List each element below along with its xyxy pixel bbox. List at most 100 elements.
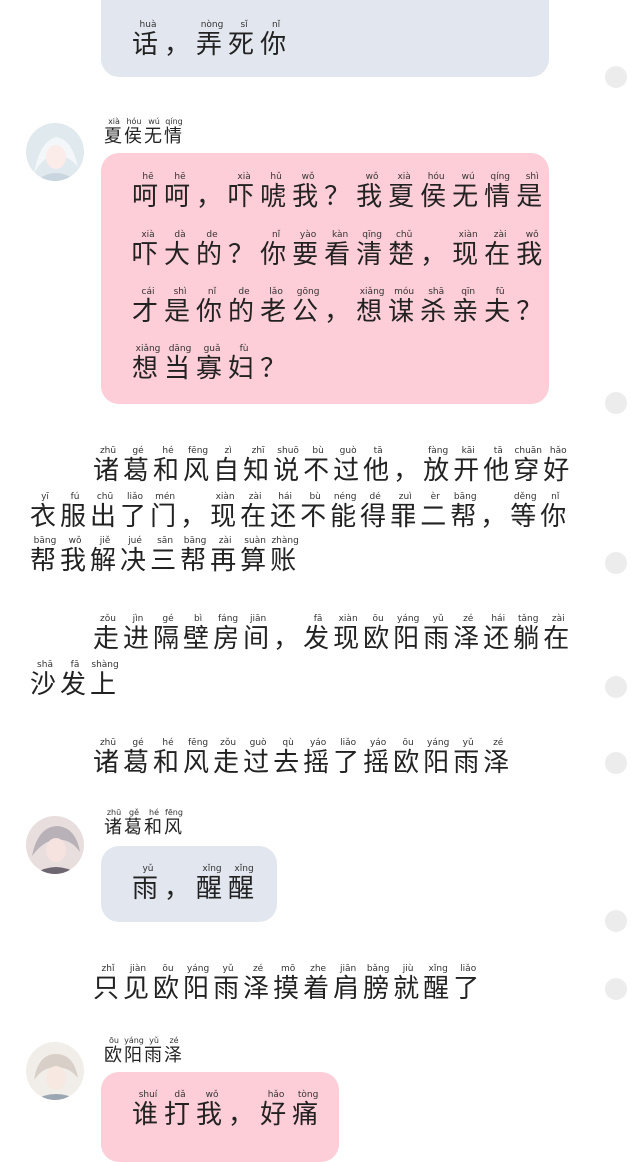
sender-name: 欧ōu阳yáng雨yǔ泽zé xyxy=(104,1036,184,1065)
pinyin: yáng xyxy=(183,964,214,974)
character: 他tā xyxy=(363,446,394,486)
pinyin: liǎo xyxy=(333,738,364,748)
character: 醒xǐng xyxy=(423,964,454,1004)
character: 想xiǎng xyxy=(132,344,165,384)
character: 是shì xyxy=(516,172,549,212)
side-dot-icon xyxy=(605,978,627,1000)
pinyin: bù xyxy=(300,492,331,502)
character: 老lǎo xyxy=(260,287,293,327)
character: 去qù xyxy=(273,738,304,778)
avatar-icon[interactable] xyxy=(26,123,84,181)
pinyin: gé xyxy=(123,446,154,456)
pinyin: qíng xyxy=(484,172,517,182)
character: 现xiàn xyxy=(210,492,241,532)
character: 谁shuí xyxy=(132,1090,165,1130)
pinyin: chū xyxy=(90,492,121,502)
message-text: 雨yǔ，醒xǐng醒xǐng xyxy=(132,864,260,902)
character: 躺tǎng xyxy=(513,614,544,654)
character: 还hái xyxy=(270,492,301,532)
character: 你nǐ xyxy=(260,230,293,270)
pinyin: dǎ xyxy=(164,1090,197,1100)
character: 侯hóu xyxy=(420,172,453,212)
character: 想xiǎng xyxy=(356,287,389,327)
pinyin: hē xyxy=(164,172,197,182)
pinyin: xià xyxy=(132,230,164,240)
pinyin: zǒu xyxy=(93,614,123,624)
character: 吓xià xyxy=(228,172,261,212)
pinyin: chuān xyxy=(513,446,544,456)
character: ？ xyxy=(228,240,261,270)
pinyin: huà xyxy=(132,20,164,30)
pinyin: yǔ xyxy=(144,1036,164,1045)
character: 雨yǔ xyxy=(453,738,484,778)
pinyin: xiàn xyxy=(210,492,241,502)
character: 膀bǎng xyxy=(363,964,394,1004)
pinyin: guò xyxy=(333,446,364,456)
character: 我wǒ xyxy=(292,172,325,212)
pinyin: guò xyxy=(243,738,274,748)
avatar-icon[interactable] xyxy=(26,816,84,874)
pinyin: jiě xyxy=(90,536,121,546)
pinyin: zǒu xyxy=(213,738,244,748)
character: 摇yáo xyxy=(303,738,334,778)
character: 的de xyxy=(196,230,229,270)
pinyin: liǎo xyxy=(120,492,151,502)
pinyin: gé xyxy=(153,614,184,624)
character: 不bù xyxy=(303,446,334,486)
character: 开kāi xyxy=(453,446,484,486)
character: 欧ōu xyxy=(104,1036,124,1066)
character: 是shì xyxy=(164,287,197,327)
character: 知zhī xyxy=(243,446,274,486)
pinyin: jiàn xyxy=(123,964,154,974)
pinyin: jué xyxy=(120,536,151,546)
character: 风fēng xyxy=(164,808,184,838)
side-dot-icon xyxy=(605,552,627,574)
character: 大dà xyxy=(164,230,197,270)
character: ， xyxy=(324,297,357,327)
character: 间jiān xyxy=(243,614,274,654)
pinyin: zuì xyxy=(390,492,421,502)
character: 我wǒ xyxy=(196,1090,229,1130)
pinyin: de xyxy=(228,287,261,297)
character: 清qīng xyxy=(356,230,389,270)
pinyin: gōng xyxy=(292,287,325,297)
pinyin: shā xyxy=(420,287,453,297)
pinyin: chǔ xyxy=(388,230,421,240)
pinyin: yáng xyxy=(124,1036,144,1045)
character: 当dāng xyxy=(164,344,197,384)
character: 我wǒ xyxy=(60,536,91,576)
pinyin: qīn xyxy=(452,287,485,297)
character: 泽zé xyxy=(243,964,274,1004)
pinyin: tòng xyxy=(292,1090,325,1100)
character: 谋móu xyxy=(388,287,421,327)
character: ？ xyxy=(324,182,357,212)
narration-text: 诸zhū葛gé和hé风fēng走zǒu过guò去qù摇yáo了liǎo摇yáo欧… xyxy=(93,738,513,776)
pinyin: de xyxy=(196,230,229,240)
character: 欧ōu xyxy=(393,738,424,778)
character: 隔gé xyxy=(153,614,184,654)
pinyin: móu xyxy=(388,287,421,297)
pinyin: wǒ xyxy=(60,536,91,546)
pinyin: nǐ xyxy=(260,20,293,30)
character: 摇yáo xyxy=(363,738,394,778)
character: ， xyxy=(164,874,197,904)
pinyin: zé xyxy=(483,738,514,748)
character: 现xiàn xyxy=(452,230,485,270)
pinyin: guǎ xyxy=(196,344,229,354)
character: 葛gé xyxy=(123,446,154,486)
avatar-icon[interactable] xyxy=(26,1042,84,1100)
character: 能néng xyxy=(330,492,361,532)
character: 无wú xyxy=(144,117,164,147)
pinyin: wǒ xyxy=(292,172,325,182)
character: 诸zhū xyxy=(93,446,124,486)
pinyin: nǐ xyxy=(540,492,571,502)
character: 痛tòng xyxy=(292,1090,325,1130)
pinyin: zhàng xyxy=(270,536,301,546)
narration-text: 只zhǐ见jiàn欧ōu阳yáng雨yǔ泽zé摸mō着zhe肩jiān膀bǎng… xyxy=(93,964,483,1002)
character: 呵hē xyxy=(164,172,197,212)
character: 醒xǐng xyxy=(196,864,229,904)
character: 他tā xyxy=(483,446,514,486)
character: 夏xià xyxy=(104,117,124,147)
pinyin: tā xyxy=(363,446,394,456)
character: 决jué xyxy=(120,536,151,576)
